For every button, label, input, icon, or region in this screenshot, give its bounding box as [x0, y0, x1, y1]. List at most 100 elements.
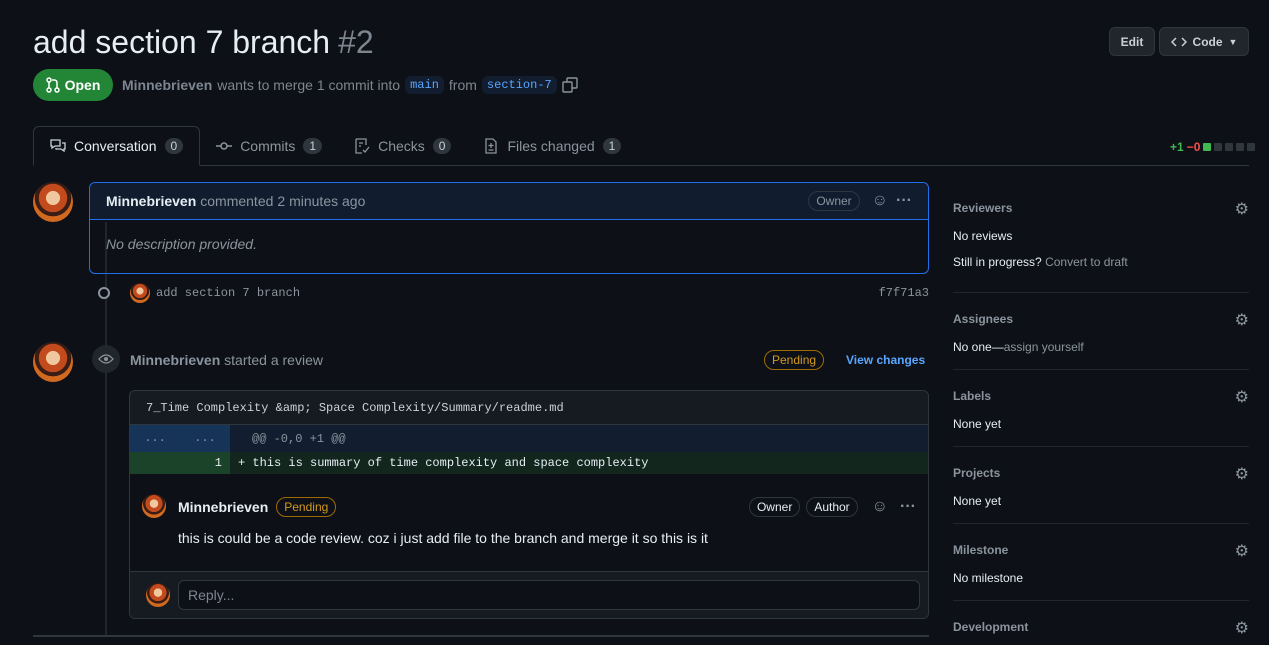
- tab-commits-label: Commits: [240, 138, 296, 154]
- head-branch[interactable]: section-7: [481, 76, 557, 94]
- avatar[interactable]: [130, 283, 150, 303]
- sidebar-divider: [953, 446, 1249, 447]
- kebab-menu-icon[interactable]: ···: [900, 498, 916, 516]
- diffstat-block: [1236, 143, 1245, 151]
- gear-icon[interactable]: ⚙: [1235, 387, 1249, 407]
- sidebar-divider: [953, 523, 1249, 524]
- reviewers-title[interactable]: Reviewers: [953, 201, 1249, 215]
- sidebar-labels: Labels ⚙ None yet: [953, 389, 1249, 431]
- old-line-number: [130, 452, 180, 474]
- commit-message[interactable]: add section 7 branch: [156, 286, 300, 300]
- comment-header: Minnebrieven commented 2 minutes ago Own…: [90, 183, 928, 220]
- diff-hunk-header: ... ... @@ -0,0 +1 @@: [130, 425, 928, 452]
- avatar[interactable]: [33, 342, 73, 382]
- pr-description-comment: Minnebrieven commented 2 minutes ago Own…: [89, 182, 929, 274]
- comment-author[interactable]: Minnebrieven: [106, 193, 196, 209]
- inline-comment-header: Minnebrieven Pending: [178, 497, 337, 517]
- sidebar-divider: [953, 369, 1249, 370]
- merge-text: wants to merge 1 commit into: [217, 77, 401, 93]
- edit-button[interactable]: Edit: [1109, 27, 1155, 56]
- tab-checks-label: Checks: [378, 138, 425, 154]
- hunk-expand-new[interactable]: ...: [180, 425, 230, 452]
- diffstat-block: [1214, 143, 1223, 151]
- assignees-value: No one—: [953, 340, 1004, 354]
- checklist-icon: [355, 138, 370, 154]
- hunk-expand-old[interactable]: ...: [130, 425, 180, 452]
- sidebar-development: Development ⚙: [953, 620, 1249, 637]
- labels-title[interactable]: Labels: [953, 389, 1249, 403]
- gear-icon[interactable]: ⚙: [1235, 618, 1249, 638]
- pr-meta: Minnebrieven wants to merge 1 commit int…: [122, 76, 578, 94]
- code-icon: [1170, 36, 1187, 47]
- caret-down-icon: ▼: [1228, 36, 1238, 47]
- added-line-content: + this is summary of time complexity and…: [238, 456, 649, 470]
- tab-files-changed-label: Files changed: [507, 138, 595, 154]
- gear-icon[interactable]: ⚙: [1235, 464, 1249, 484]
- pr-state-label: Open: [64, 77, 101, 93]
- reply-input[interactable]: Reply...: [178, 580, 920, 610]
- code-button-label: Code: [1192, 34, 1223, 49]
- diff-added-line: 1 + this is summary of time complexity a…: [130, 452, 928, 474]
- assignees-title[interactable]: Assignees: [953, 312, 1249, 326]
- pr-state-badge: Open: [33, 69, 113, 101]
- owner-badge: Owner: [748, 497, 801, 517]
- author-badge: Author: [806, 497, 858, 517]
- commit-icon: [98, 287, 110, 299]
- file-diff-icon: [485, 138, 498, 154]
- diffstat-block: [1203, 143, 1212, 151]
- diffstat-additions: +1: [1170, 140, 1184, 154]
- inline-comment: Minnebrieven Pending Owner Author ☺ ··· …: [130, 474, 928, 572]
- tab-files-changed[interactable]: Files changed 1: [467, 126, 637, 166]
- tab-checks-count: 0: [432, 138, 452, 154]
- convert-to-draft-link[interactable]: Convert to draft: [1045, 255, 1128, 269]
- milestone-value: No milestone: [953, 571, 1024, 585]
- projects-title[interactable]: Projects: [953, 466, 1249, 480]
- new-line-number[interactable]: 1: [180, 452, 230, 474]
- assign-yourself-link[interactable]: assign yourself: [1004, 340, 1084, 354]
- gear-icon[interactable]: ⚙: [1235, 541, 1249, 561]
- sidebar-divider: [953, 600, 1249, 601]
- smiley-icon[interactable]: ☺: [872, 192, 888, 210]
- comments-icon: [50, 139, 66, 153]
- avatar[interactable]: [33, 182, 73, 222]
- tab-commits[interactable]: Commits 1: [200, 126, 338, 166]
- gear-icon[interactable]: ⚙: [1235, 199, 1249, 219]
- pull-request-icon: [45, 77, 60, 93]
- pr-author-link[interactable]: Minnebrieven: [122, 77, 212, 93]
- sidebar-divider: [953, 292, 1249, 293]
- review-file-path[interactable]: 7_Time Complexity &amp; Space Complexity…: [130, 391, 928, 425]
- pr-title: add section 7 branch #2: [33, 24, 374, 61]
- tab-files-changed-count: 1: [602, 138, 622, 154]
- avatar[interactable]: [142, 494, 166, 518]
- projects-value: None yet: [953, 494, 1002, 508]
- pr-number: #2: [338, 24, 374, 60]
- kebab-menu-icon[interactable]: ···: [896, 192, 912, 210]
- comment-body: No description provided.: [106, 236, 257, 252]
- base-branch[interactable]: main: [405, 76, 444, 94]
- commit-sha[interactable]: f7f71a3: [879, 286, 929, 300]
- code-button[interactable]: Code ▼: [1159, 27, 1249, 56]
- commit-icon: [216, 142, 233, 150]
- inline-comment-body: this is could be a code review. coz i ju…: [178, 530, 708, 546]
- comment-action: commented: [200, 193, 274, 209]
- development-title[interactable]: Development: [953, 620, 1249, 634]
- review-action: started a review: [224, 352, 323, 368]
- milestone-title[interactable]: Milestone: [953, 543, 1249, 557]
- review-author[interactable]: Minnebrieven: [130, 352, 220, 368]
- review-header: Minnebrieven started a review: [130, 352, 323, 368]
- sidebar-milestone: Milestone ⚙ No milestone: [953, 543, 1249, 585]
- avatar[interactable]: [146, 583, 170, 607]
- comment-timestamp[interactable]: 2 minutes ago: [277, 193, 365, 209]
- sidebar-projects: Projects ⚙ None yet: [953, 466, 1249, 508]
- gear-icon[interactable]: ⚙: [1235, 310, 1249, 330]
- tab-conversation[interactable]: Conversation 0: [33, 126, 201, 166]
- eye-icon: [92, 345, 120, 373]
- commit-row: add section 7 branch f7f71a3: [98, 282, 929, 304]
- inline-comment-author[interactable]: Minnebrieven: [178, 499, 268, 515]
- timeline-divider: [33, 635, 929, 637]
- view-changes-link[interactable]: View changes: [846, 353, 925, 367]
- copy-icon[interactable]: [562, 77, 578, 93]
- inline-comment-actions: Owner Author ☺ ···: [748, 497, 916, 517]
- tab-checks[interactable]: Checks 0: [338, 126, 467, 166]
- smiley-icon[interactable]: ☺: [872, 498, 888, 516]
